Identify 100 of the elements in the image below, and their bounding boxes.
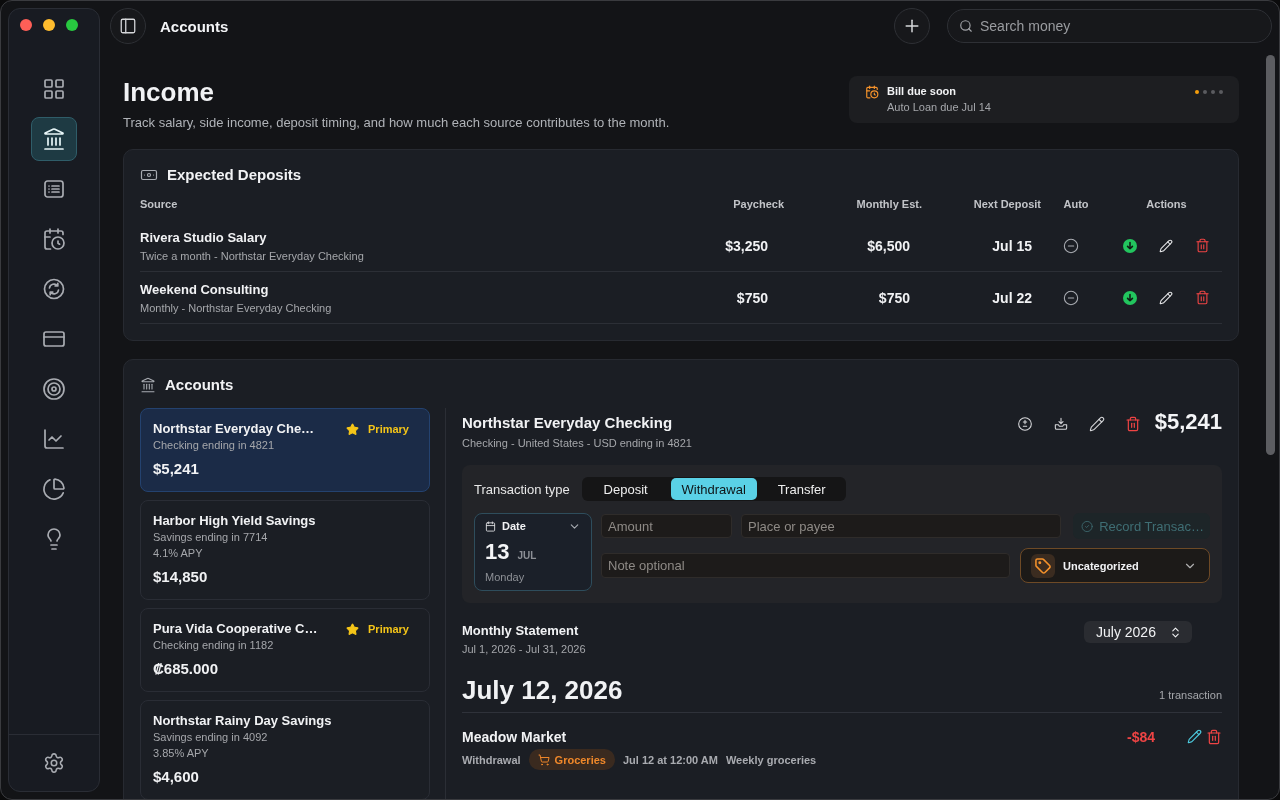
line-chart-icon bbox=[42, 427, 66, 451]
account-detail: Savings ending in 7714 bbox=[153, 530, 268, 545]
category-select[interactable]: Uncategorized bbox=[1020, 548, 1210, 583]
star-icon bbox=[346, 422, 359, 436]
monthly-estimate: $750 bbox=[878, 289, 910, 306]
monthly-estimate: $6,500 bbox=[867, 237, 910, 254]
type-tab[interactable]: Transfer bbox=[758, 478, 845, 500]
page-title: Income bbox=[123, 76, 215, 108]
page-subtitle: Track salary, side income, deposit timing, and how much each source contributes to the month. bbox=[123, 115, 670, 131]
month-select[interactable]: July 2026 bbox=[1084, 621, 1192, 643]
zoom-icon[interactable] bbox=[66, 19, 78, 31]
account-rate: 3.85% APY bbox=[153, 746, 209, 761]
notification-card[interactable]: Bill due soon Auto Loan due Jul 14 bbox=[849, 76, 1239, 123]
source-name: Weekend Consulting bbox=[140, 280, 269, 298]
account-card[interactable]: Pura Vida Cooperative C… Primary Checking ending in 1182 ₡685.000 bbox=[140, 608, 430, 692]
dot-icon[interactable] bbox=[1195, 90, 1199, 94]
source-detail: Twice a month - Northstar Everyday Checking bbox=[140, 248, 364, 263]
source-name: Rivera Studio Salary bbox=[140, 228, 267, 246]
arrow-down-circle-icon[interactable] bbox=[1123, 238, 1137, 253]
dot-icon[interactable] bbox=[1211, 90, 1215, 94]
plus-minus-icon[interactable] bbox=[1016, 416, 1033, 432]
next-deposit-date: Jul 22 bbox=[992, 289, 1032, 306]
notification-text: Auto Loan due Jul 14 bbox=[887, 100, 991, 115]
column-header: Auto bbox=[1063, 198, 1089, 210]
account-card[interactable]: Northstar Everyday Che… Primary Checking ending in 4821 $5,241 bbox=[140, 408, 430, 492]
account-name: Harbor High Yield Savings bbox=[153, 513, 316, 529]
check-circle-icon bbox=[1081, 518, 1094, 534]
chevrons-up-down-icon bbox=[1169, 625, 1182, 639]
account-detail: Checking ending in 1182 bbox=[153, 638, 274, 653]
dot-icon[interactable] bbox=[1219, 90, 1223, 94]
minimize-icon[interactable] bbox=[43, 19, 55, 31]
column-header: Monthly Est. bbox=[856, 198, 922, 210]
type-tab[interactable]: Withdrawal bbox=[670, 478, 757, 500]
date-month: JUL bbox=[517, 550, 537, 561]
payee-name: Meadow Market bbox=[462, 728, 567, 746]
trash-icon[interactable] bbox=[1124, 416, 1141, 432]
next-deposit-date: Jul 15 bbox=[992, 237, 1032, 254]
sidebar-item[interactable] bbox=[31, 117, 77, 161]
column-header: Next Deposit bbox=[973, 198, 1041, 210]
sidebar-icon bbox=[119, 17, 137, 35]
statement-range: Jul 1, 2026 - Jul 31, 2026 bbox=[462, 642, 586, 657]
account-detail: Checking ending in 4821 bbox=[153, 438, 275, 453]
dot-icon[interactable] bbox=[1203, 90, 1207, 94]
trash-icon[interactable] bbox=[1206, 729, 1222, 745]
search-field[interactable]: Search money bbox=[947, 9, 1272, 43]
amount-field[interactable]: Amount bbox=[601, 514, 732, 538]
trash-icon[interactable] bbox=[1195, 290, 1210, 305]
account-balance: ₡685.000 bbox=[153, 659, 219, 679]
sidebar-toggle-button[interactable] bbox=[110, 8, 146, 44]
paycheck-amount: $750 bbox=[736, 289, 768, 306]
account-card[interactable]: Northstar Rainy Day Savings Savings ending in 4092 3.85% APY $4,600 bbox=[140, 700, 430, 799]
date-picker[interactable]: Date 13 JUL Monday bbox=[474, 513, 592, 591]
payee-field[interactable]: Place or payee bbox=[741, 514, 1061, 538]
window-title: Accounts bbox=[160, 17, 229, 35]
settings-icon[interactable] bbox=[43, 752, 65, 774]
transaction-time: Jul 12 at 12:00 AM bbox=[622, 753, 718, 766]
category-value: Uncategorized bbox=[1063, 559, 1139, 572]
column-header: Source bbox=[140, 198, 178, 210]
pencil-icon[interactable] bbox=[1187, 729, 1202, 744]
tag-icon bbox=[1031, 553, 1055, 578]
calendar-clock-icon bbox=[42, 227, 66, 251]
primary-label: Primary bbox=[368, 423, 409, 435]
primary-label: Primary bbox=[368, 623, 409, 635]
column-header: Actions bbox=[1146, 198, 1187, 210]
account-balance: $5,241 bbox=[153, 459, 199, 479]
section-title: Expected Deposits bbox=[167, 165, 302, 185]
account-balance: $4,600 bbox=[153, 767, 199, 787]
minus-circle-icon[interactable] bbox=[1063, 237, 1079, 254]
add-button[interactable] bbox=[894, 8, 930, 44]
source-detail: Monthly - Northstar Everyday Checking bbox=[140, 300, 332, 315]
transaction-amount: -$84 bbox=[1126, 728, 1155, 746]
type-label: Transaction type bbox=[474, 481, 570, 497]
search-icon bbox=[959, 19, 973, 33]
account-balance: $14,850 bbox=[153, 567, 208, 587]
grid-icon bbox=[42, 77, 66, 101]
note-field[interactable]: Note optional bbox=[601, 553, 1010, 578]
account-total: $5,241 bbox=[1154, 408, 1222, 436]
tray-download-icon[interactable] bbox=[1052, 416, 1069, 432]
account-title: Northstar Everyday Checking bbox=[462, 413, 673, 433]
date-label: Date bbox=[502, 520, 526, 532]
pencil-icon[interactable] bbox=[1088, 416, 1105, 432]
account-detail: Savings ending in 4092 bbox=[153, 730, 268, 745]
transaction-note: Weekly groceries bbox=[725, 753, 817, 766]
scrollbar-thumb[interactable] bbox=[1266, 55, 1275, 455]
account-name: Pura Vida Cooperative C… bbox=[153, 621, 318, 637]
account-subtitle: Checking - United States - USD ending in 4821 bbox=[462, 436, 692, 451]
target-icon bbox=[42, 377, 66, 401]
account-name: Northstar Everyday Che… bbox=[153, 421, 315, 437]
type-tab[interactable]: Deposit bbox=[582, 478, 669, 500]
account-rate: 4.1% APY bbox=[153, 546, 203, 561]
calendar-icon bbox=[485, 520, 496, 532]
trash-icon[interactable] bbox=[1195, 238, 1210, 253]
section-title: Accounts bbox=[165, 375, 234, 395]
minus-circle-icon[interactable] bbox=[1063, 289, 1079, 306]
close-icon[interactable] bbox=[20, 19, 32, 31]
cart-icon bbox=[537, 753, 550, 766]
account-card[interactable]: Harbor High Yield Savings Savings ending in 7714 4.1% APY $14,850 bbox=[140, 500, 430, 600]
category-label: Groceries bbox=[554, 753, 606, 766]
list-icon bbox=[42, 177, 66, 201]
arrow-down-circle-icon[interactable] bbox=[1123, 290, 1137, 305]
